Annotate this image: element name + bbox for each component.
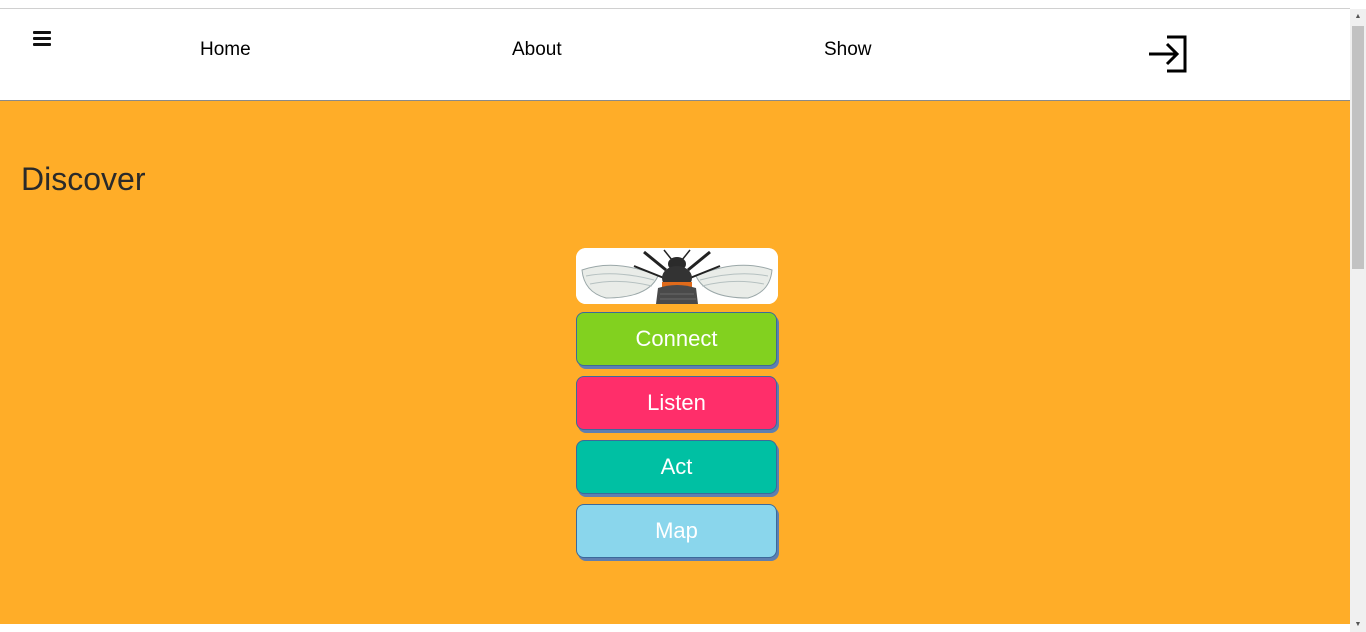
hamburger-menu-icon[interactable] [33,31,51,47]
login-icon[interactable] [1147,34,1189,74]
map-button[interactable]: Map [576,504,777,558]
scrollbar-thumb[interactable] [1352,26,1364,269]
bee-illustration [576,248,778,304]
listen-button[interactable]: Listen [576,376,777,430]
main-content: Discover Connect Listen Act Map [0,101,1350,624]
navigation-bar: Home About Show [0,9,1350,101]
nav-link-about[interactable]: About [512,39,562,61]
connect-button[interactable]: Connect [576,312,777,366]
bottom-strip [0,624,1350,632]
nav-link-home[interactable]: Home [200,39,251,61]
page-title: Discover [21,161,146,197]
scroll-up-arrow-icon[interactable]: ▲ [1353,13,1363,21]
scroll-down-arrow-icon[interactable]: ▼ [1353,621,1363,629]
act-button[interactable]: Act [576,440,777,494]
nav-link-show[interactable]: Show [824,39,872,61]
